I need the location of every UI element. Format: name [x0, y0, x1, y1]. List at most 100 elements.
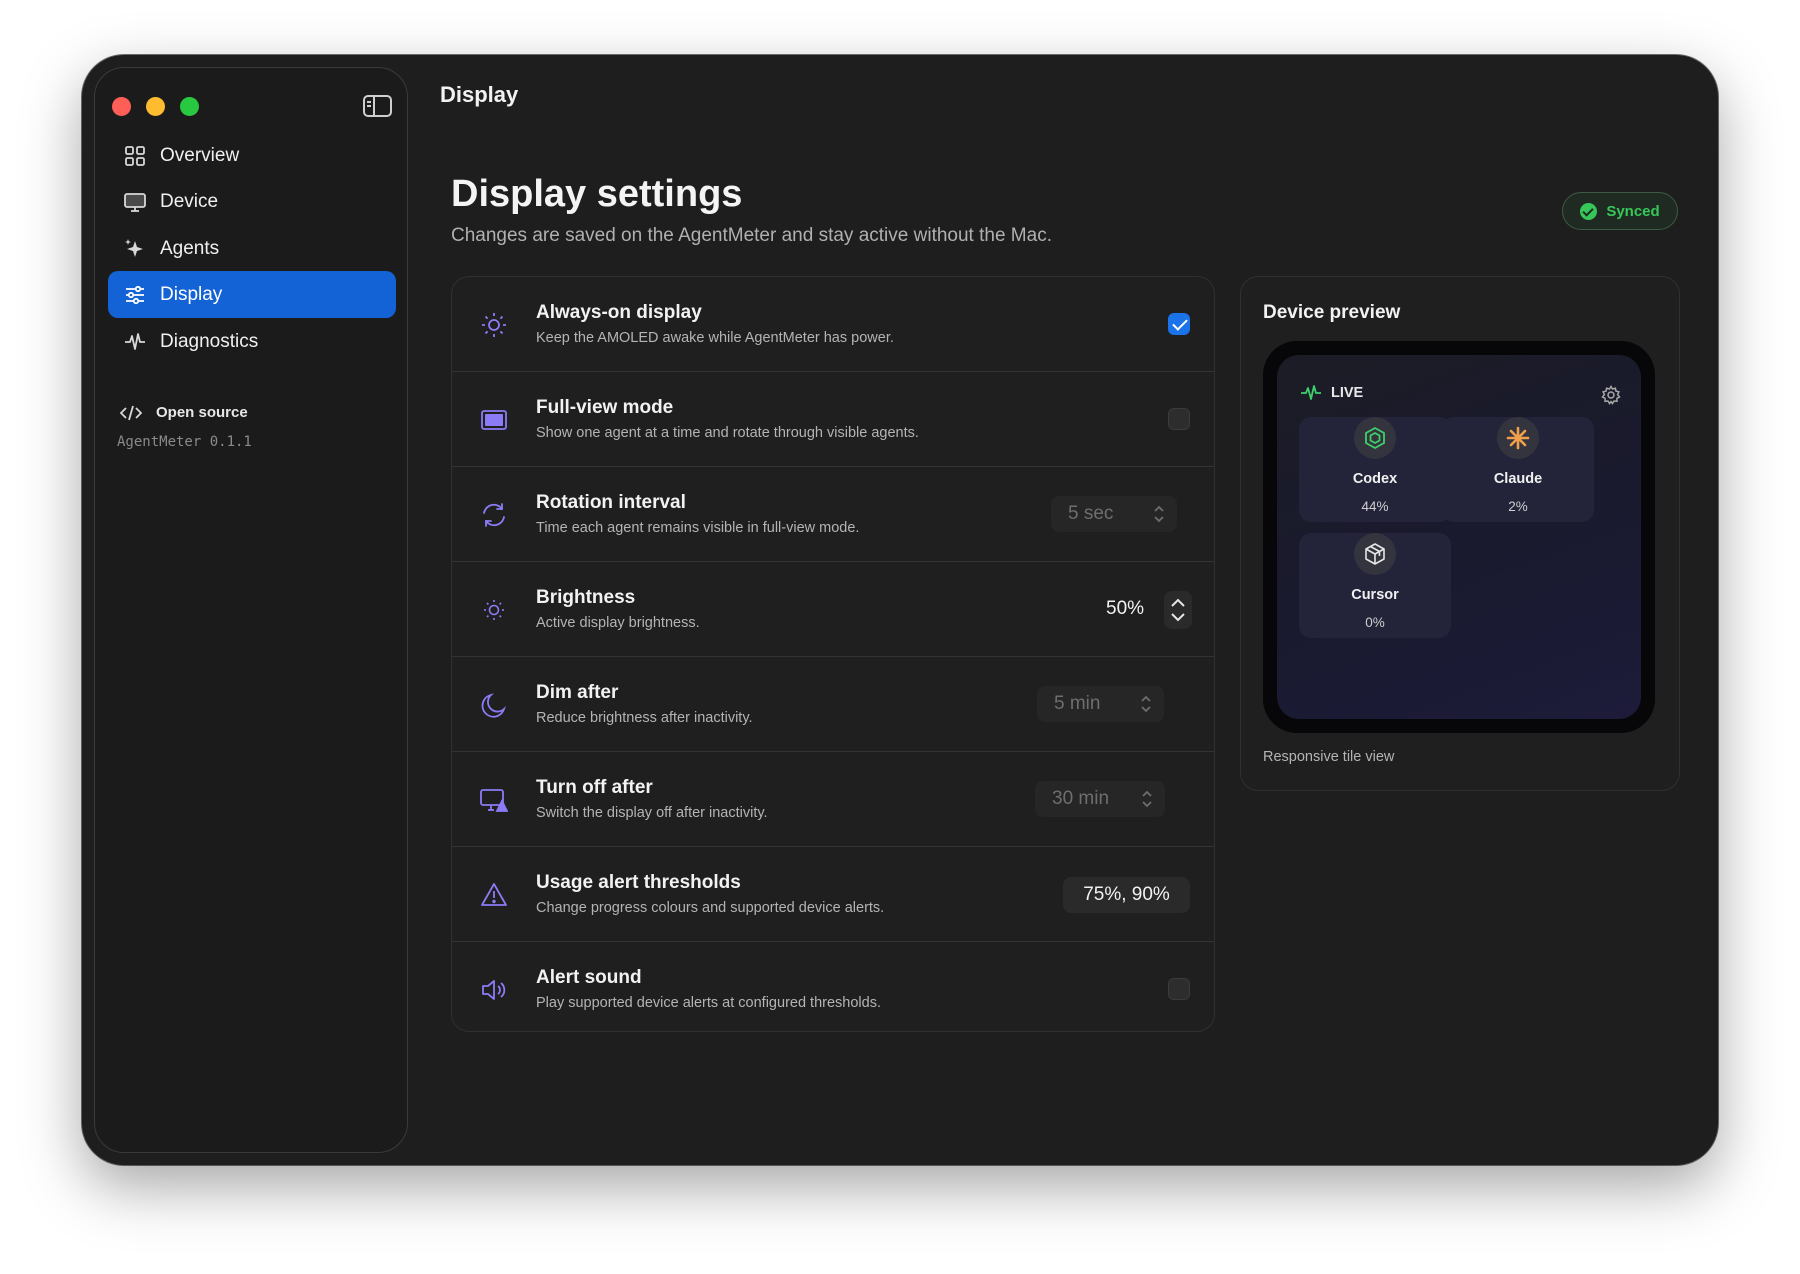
- sidebar-item-label: Agents: [160, 237, 220, 259]
- chevron-updown-icon: [1142, 790, 1152, 808]
- sun-icon: [482, 313, 506, 337]
- turn-off-after-select[interactable]: 30 min: [1035, 781, 1165, 817]
- pulse-icon: [1301, 385, 1321, 400]
- sidebar: Overview Device Agents Display Diagnosti…: [94, 67, 408, 1153]
- setting-row-full-view: Full-view mode Show one agent at a time …: [452, 372, 1214, 467]
- page-title: Display settings: [451, 173, 743, 215]
- sidebar-toggle-icon[interactable]: [363, 95, 392, 117]
- setting-row-always-on: Always-on display Keep the AMOLED awake …: [452, 277, 1214, 372]
- speaker-icon: [482, 980, 506, 1000]
- settings-card: Always-on display Keep the AMOLED awake …: [451, 276, 1215, 1032]
- agent-tile-claude: Claude 2%: [1442, 417, 1594, 522]
- minimize-window-button[interactable]: [146, 97, 165, 116]
- sidebar-item-display[interactable]: Display: [108, 271, 396, 318]
- chevron-updown-icon: [1141, 695, 1151, 713]
- chevron-updown-icon: [1154, 505, 1164, 523]
- brightness-stepper[interactable]: [1164, 591, 1192, 629]
- sliders-icon: [126, 285, 144, 305]
- setting-row-rotation-interval: Rotation interval Time each agent remain…: [452, 467, 1214, 562]
- sidebar-item-label: Overview: [160, 144, 240, 166]
- app-version: AgentMeter 0.1.1: [117, 434, 252, 450]
- sparkle-icon: [125, 239, 143, 257]
- setting-description: Play supported device alerts at configur…: [536, 995, 881, 1011]
- codex-icon: [1354, 417, 1396, 459]
- agent-usage: 2%: [1508, 499, 1528, 514]
- grid-icon: [125, 146, 145, 166]
- brightness-icon: [484, 600, 504, 620]
- app-window: Overview Device Agents Display Diagnosti…: [82, 55, 1718, 1165]
- warning-triangle-icon: [481, 883, 507, 906]
- rotate-icon: [483, 503, 505, 527]
- setting-title: Rotation interval: [536, 492, 686, 513]
- preview-title: Device preview: [1263, 302, 1401, 323]
- live-label: LIVE: [1331, 385, 1364, 401]
- always-on-checkbox[interactable]: [1168, 313, 1190, 335]
- sidebar-item-agents[interactable]: Agents: [108, 225, 396, 272]
- device-screen: LIVE Codex 44% Claude 2% Cursor 0%: [1277, 355, 1641, 719]
- live-indicator: LIVE: [1301, 385, 1363, 401]
- setting-row-turn-off-after: Turn off after Switch the display off af…: [452, 752, 1214, 847]
- setting-description: Change progress colours and supported de…: [536, 900, 885, 916]
- select-value: 5 sec: [1068, 503, 1114, 524]
- setting-row-alert-sound: Alert sound Play supported device alerts…: [452, 942, 1214, 1031]
- rectangle-fill-icon: [481, 410, 507, 430]
- setting-description: Time each agent remains visible in full-…: [536, 520, 860, 536]
- sidebar-item-label: Display: [160, 283, 223, 305]
- device-preview-card: Device preview LIVE Codex 44% Claude 2% …: [1240, 276, 1680, 791]
- display-warning-icon: [480, 789, 508, 812]
- setting-title: Alert sound: [536, 967, 642, 988]
- setting-row-usage-alert-thresholds: Usage alert thresholds Change progress c…: [452, 847, 1214, 942]
- alert-sound-checkbox[interactable]: [1168, 978, 1190, 1000]
- gear-icon: [1601, 385, 1621, 405]
- sidebar-item-device[interactable]: Device: [108, 178, 396, 225]
- setting-description: Switch the display off after inactivity.: [536, 805, 768, 821]
- rotation-interval-select[interactable]: 5 sec: [1051, 496, 1177, 532]
- device-frame: LIVE Codex 44% Claude 2% Cursor 0%: [1263, 341, 1655, 733]
- zoom-window-button[interactable]: [180, 97, 199, 116]
- setting-title: Dim after: [536, 682, 619, 703]
- dim-after-select[interactable]: 5 min: [1037, 686, 1164, 722]
- select-value: 5 min: [1054, 693, 1101, 714]
- cursor-icon: [1354, 533, 1396, 575]
- window-title: Display: [440, 82, 519, 107]
- agent-tile-cursor: Cursor 0%: [1299, 533, 1451, 638]
- sidebar-item-label: Diagnostics: [160, 330, 259, 352]
- select-value: 30 min: [1052, 788, 1110, 809]
- setting-description: Active display brightness.: [536, 615, 700, 631]
- setting-title: Brightness: [536, 587, 636, 608]
- agent-name: Claude: [1493, 471, 1543, 487]
- open-source-label: Open source: [156, 404, 248, 421]
- preview-caption: Responsive tile view: [1263, 749, 1395, 765]
- setting-row-dim-after: Dim after Reduce brightness after inacti…: [452, 657, 1214, 752]
- agent-tile-codex: Codex 44%: [1299, 417, 1451, 522]
- full-view-checkbox[interactable]: [1168, 408, 1190, 430]
- code-icon: [120, 405, 142, 420]
- pulse-icon: [125, 333, 145, 350]
- setting-title: Usage alert thresholds: [536, 872, 741, 893]
- sidebar-item-overview[interactable]: Overview: [108, 132, 396, 179]
- setting-row-brightness: Brightness Active display brightness. 50…: [452, 562, 1214, 657]
- brightness-value: 50%: [1106, 598, 1145, 619]
- setting-title: Always-on display: [536, 302, 702, 323]
- close-window-button[interactable]: [112, 97, 131, 116]
- moon-icon: [481, 693, 506, 718]
- agent-name: Cursor: [1351, 587, 1399, 603]
- claude-icon: [1497, 417, 1539, 459]
- setting-title: Full-view mode: [536, 397, 674, 418]
- sidebar-item-diagnostics[interactable]: Diagnostics: [108, 318, 396, 365]
- setting-title: Turn off after: [536, 777, 653, 798]
- sidebar-item-label: Device: [160, 190, 219, 212]
- setting-description: Show one agent at a time and rotate thro…: [536, 425, 919, 441]
- open-source-link[interactable]: Open source: [120, 404, 248, 421]
- setting-description: Keep the AMOLED awake while AgentMeter h…: [536, 330, 894, 346]
- page-subtitle: Changes are saved on the AgentMeter and …: [451, 225, 1052, 246]
- usage-thresholds-field[interactable]: 75%, 90%: [1063, 877, 1190, 913]
- status-badge-label: Synced: [1606, 202, 1660, 220]
- agent-name: Codex: [1352, 471, 1398, 487]
- check-circle-icon: [1580, 202, 1598, 220]
- setting-description: Reduce brightness after inactivity.: [536, 710, 753, 726]
- agent-usage: 0%: [1365, 615, 1385, 630]
- status-badge: Synced: [1562, 192, 1678, 230]
- monitor-icon: [124, 193, 146, 212]
- agent-usage: 44%: [1361, 499, 1389, 514]
